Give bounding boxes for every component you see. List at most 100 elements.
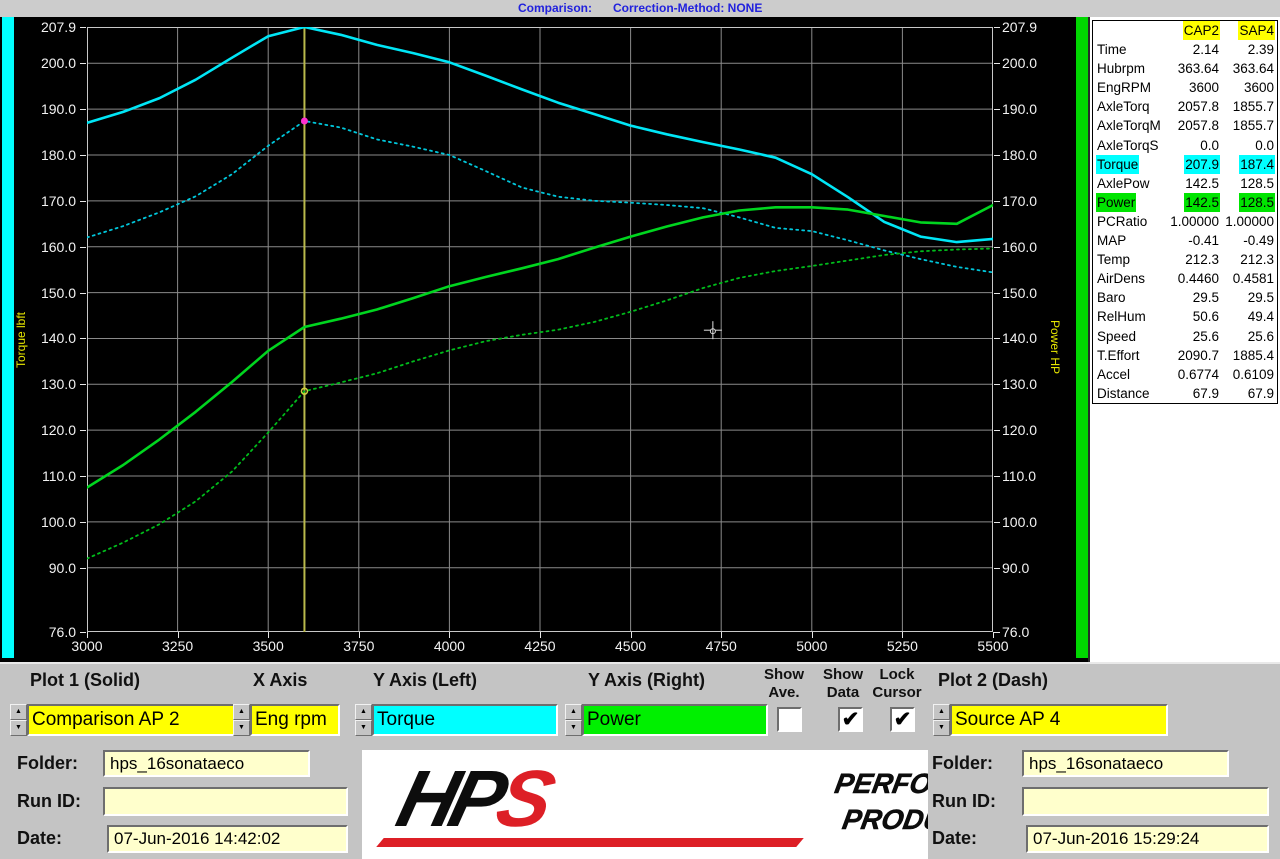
- yaxis-left-label: Y Axis (Left): [373, 670, 477, 691]
- y-tick-label-left: 190.0: [14, 101, 76, 117]
- date-field-left[interactable]: 07-Jun-2016 14:42:02: [107, 825, 348, 853]
- x-tick-label: 4500: [601, 638, 661, 654]
- row-value: 50.6: [1192, 307, 1220, 326]
- table-header-name: [1093, 21, 1162, 40]
- x-tick-label: 3000: [57, 638, 117, 654]
- y-tick-mark: [994, 155, 1000, 156]
- row-value: 2.39: [1247, 40, 1275, 59]
- row-value: 67.9: [1192, 384, 1220, 403]
- row-value: 2.14: [1192, 40, 1220, 59]
- y-tick-label-left: 100.0: [14, 514, 76, 530]
- power-axis-color-strip: [1076, 17, 1088, 658]
- table-row: RelHum50.649.4: [1093, 307, 1277, 326]
- row-value: 3600: [1243, 78, 1275, 97]
- date-label-left: Date:: [17, 828, 62, 849]
- row-value: -0.41: [1187, 231, 1220, 250]
- spinner-down-icon[interactable]: ▼: [10, 720, 27, 736]
- plot1-label: Plot 1 (Solid): [30, 670, 140, 691]
- date-label-right: Date:: [932, 828, 977, 849]
- row-value: 1.00000: [1169, 212, 1220, 231]
- yaxis-left-spinner[interactable]: ▲ ▼: [355, 704, 372, 736]
- runid-field-left[interactable]: [103, 787, 348, 816]
- y-tick-mark: [994, 293, 1000, 294]
- spinner-up-icon[interactable]: ▲: [565, 704, 582, 720]
- y-tick-mark: [994, 476, 1000, 477]
- control-panel: Plot 1 (Solid) X Axis Y Axis (Left) Y Ax…: [0, 662, 1280, 859]
- folder-field-left[interactable]: hps_16sonataeco: [103, 750, 310, 777]
- row-value: 207.9: [1184, 155, 1220, 174]
- yaxis-right-value-field[interactable]: Power: [582, 704, 768, 736]
- runid-label-right: Run ID:: [932, 791, 996, 812]
- table-row: Speed25.625.6: [1093, 327, 1277, 346]
- row-label: Baro: [1096, 288, 1127, 307]
- row-label: AxlePow: [1096, 174, 1151, 193]
- plot2-selector: ▲ ▼ Source AP 4: [933, 704, 1168, 736]
- spinner-up-icon[interactable]: ▲: [233, 704, 250, 720]
- spinner-down-icon[interactable]: ▼: [933, 720, 950, 736]
- spinner-up-icon[interactable]: ▲: [10, 704, 27, 720]
- row-label: Power: [1096, 193, 1136, 212]
- y-tick-label-right: 170.0: [1002, 193, 1064, 209]
- plot2-spinner[interactable]: ▲ ▼: [933, 704, 950, 736]
- table-row: AxleTorqS0.00.0: [1093, 136, 1277, 155]
- lock-cursor-checkbox[interactable]: ✔: [890, 707, 915, 732]
- yaxis-right-selector: ▲ ▼ Power: [565, 704, 768, 736]
- row-label: AxleTorq: [1096, 97, 1151, 116]
- row-value: 3600: [1188, 78, 1220, 97]
- plot-area[interactable]: [87, 27, 993, 632]
- y-tick-label-left: 110.0: [14, 468, 76, 484]
- row-label: PCRatio: [1096, 212, 1148, 231]
- x-tick-label: 3500: [238, 638, 298, 654]
- y-tick-label-left: 150.0: [14, 285, 76, 301]
- y-tick-mark: [80, 201, 86, 202]
- y-tick-mark: [80, 247, 86, 248]
- y-tick-label-right: 140.0: [1002, 330, 1064, 346]
- plot1-value-field[interactable]: Comparison AP 2: [27, 704, 235, 736]
- row-value: 67.9: [1247, 384, 1275, 403]
- table-row: T.Effort2090.71885.4: [1093, 346, 1277, 365]
- plot2-value-field[interactable]: Source AP 4: [950, 704, 1168, 736]
- y-tick-label-right: 120.0: [1002, 422, 1064, 438]
- row-label: Temp: [1096, 250, 1131, 269]
- x-tick-label: 4250: [510, 638, 570, 654]
- x-tick-label: 5000: [782, 638, 842, 654]
- data-readout-panel: CAP2SAP4Time2.142.39Hubrpm363.64363.64En…: [1088, 17, 1280, 662]
- table-row: MAP-0.41-0.49: [1093, 231, 1277, 250]
- spinner-up-icon[interactable]: ▲: [933, 704, 950, 720]
- dyno-curves-plot[interactable]: [87, 27, 993, 632]
- y-tick-label-left: 120.0: [14, 422, 76, 438]
- y-tick-label-left: 200.0: [14, 55, 76, 71]
- spinner-down-icon[interactable]: ▼: [233, 720, 250, 736]
- plot1-spinner[interactable]: ▲ ▼: [10, 704, 27, 736]
- spinner-down-icon[interactable]: ▼: [565, 720, 582, 736]
- y-tick-label-left: 160.0: [14, 239, 76, 255]
- runid-label-left: Run ID:: [17, 791, 81, 812]
- runid-field-right[interactable]: [1022, 787, 1269, 816]
- spinner-up-icon[interactable]: ▲: [355, 704, 372, 720]
- y-tick-label-right: 200.0: [1002, 55, 1064, 71]
- correction-method-title: Correction-Method: NONE: [613, 1, 762, 15]
- folder-label-right: Folder:: [932, 753, 993, 774]
- folder-field-right[interactable]: hps_16sonataeco: [1022, 750, 1229, 777]
- cursor-marker-dot: [301, 118, 308, 125]
- y-tick-mark: [80, 476, 86, 477]
- xaxis-selector: ▲ ▼ Eng rpm: [233, 704, 340, 736]
- y-tick-label-left: 130.0: [14, 376, 76, 392]
- xaxis-spinner[interactable]: ▲ ▼: [233, 704, 250, 736]
- y-tick-mark: [994, 201, 1000, 202]
- table-row: PCRatio1.000001.00000: [1093, 212, 1277, 231]
- y-tick-label-right: 100.0: [1002, 514, 1064, 530]
- row-value: 363.64: [1177, 59, 1220, 78]
- show-ave-checkbox[interactable]: [777, 707, 802, 732]
- date-field-right[interactable]: 07-Jun-2016 15:29:24: [1026, 825, 1269, 853]
- show-data-checkbox[interactable]: ✔: [838, 707, 863, 732]
- y-tick-mark: [80, 430, 86, 431]
- yaxis-right-spinner[interactable]: ▲ ▼: [565, 704, 582, 736]
- y-tick-mark: [80, 522, 86, 523]
- yaxis-left-value-field[interactable]: Torque: [372, 704, 558, 736]
- x-tick-label: 5500: [963, 638, 1023, 654]
- table-row: Temp212.3212.3: [1093, 250, 1277, 269]
- spinner-down-icon[interactable]: ▼: [355, 720, 372, 736]
- xaxis-value-field[interactable]: Eng rpm: [250, 704, 340, 736]
- table-row: Baro29.529.5: [1093, 288, 1277, 307]
